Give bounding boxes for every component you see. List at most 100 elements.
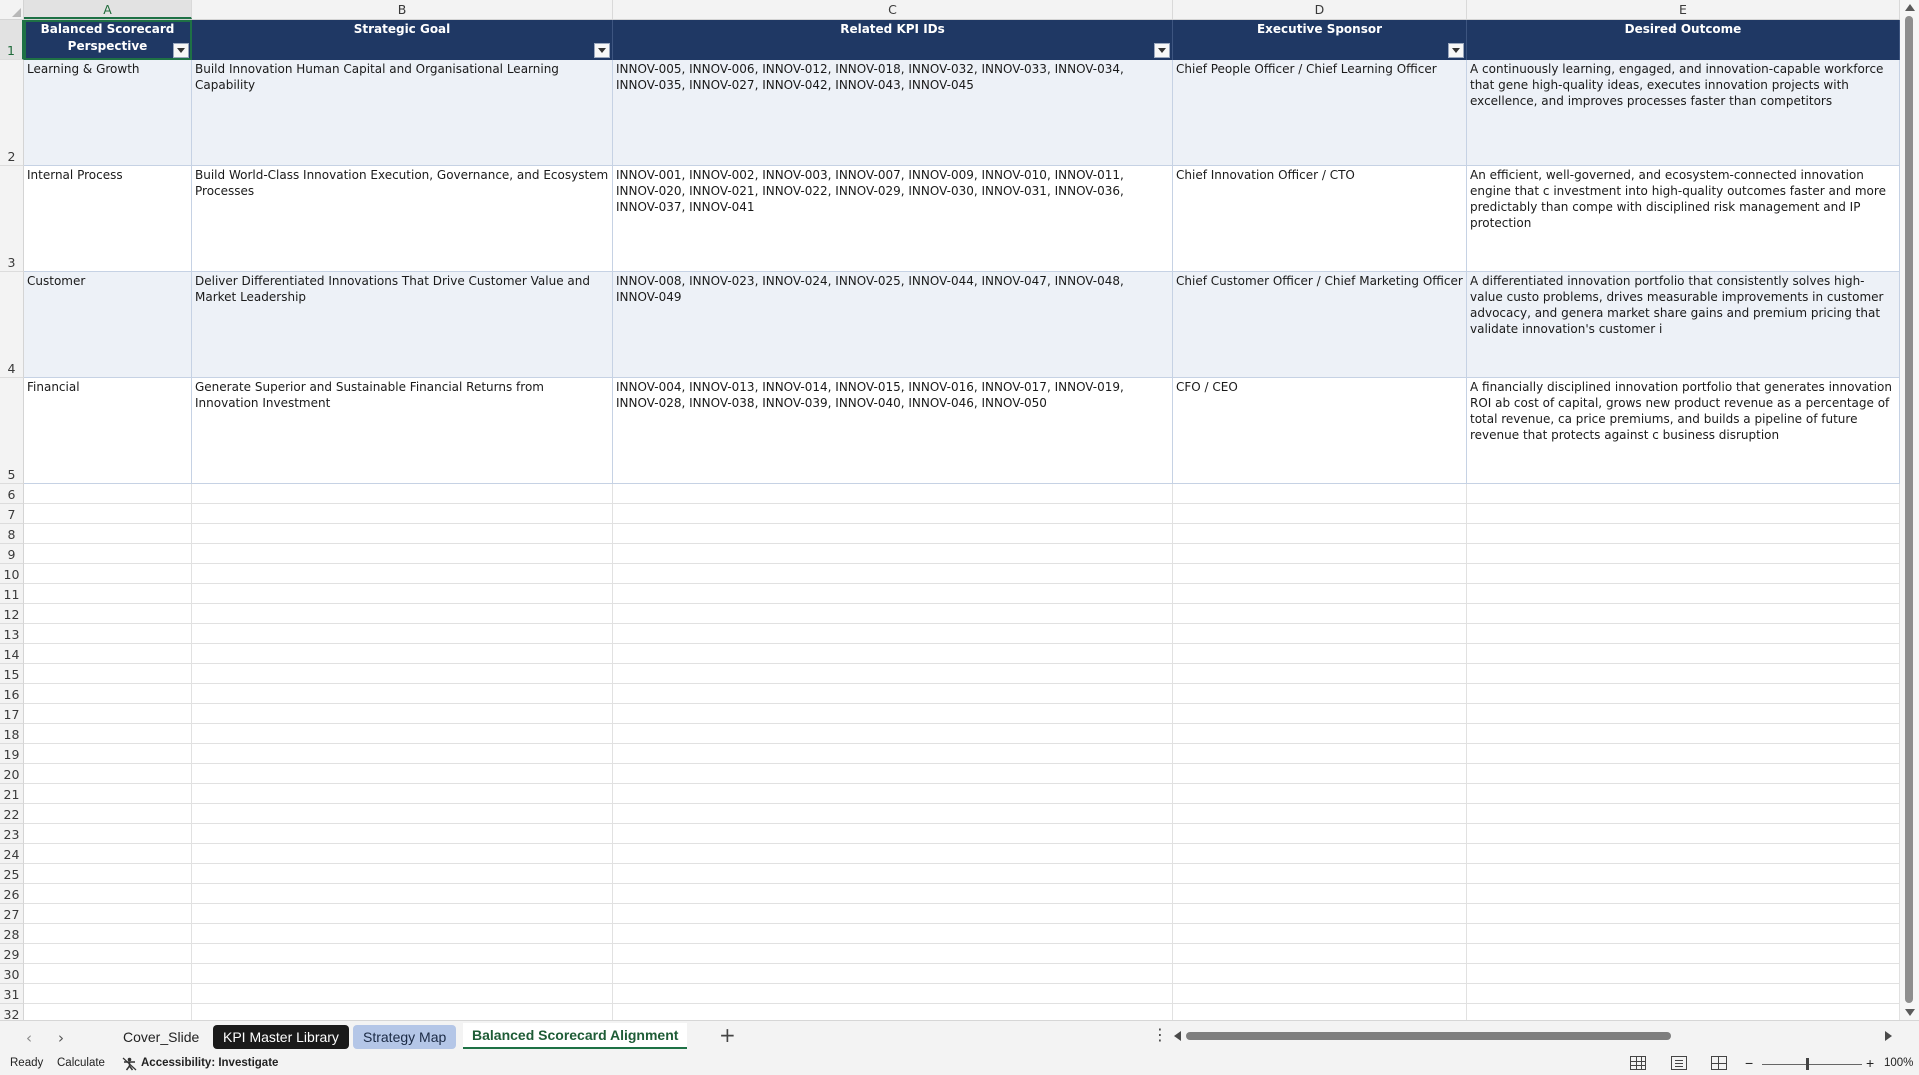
empty-cell[interactable] [613, 784, 1173, 804]
empty-cell[interactable] [24, 604, 192, 624]
empty-cell[interactable] [1467, 764, 1900, 784]
empty-cell[interactable] [613, 804, 1173, 824]
row-header[interactable]: 1 [0, 20, 24, 60]
empty-cell[interactable] [613, 504, 1173, 524]
empty-cell[interactable] [1467, 724, 1900, 744]
zoom-slider-handle[interactable] [1806, 1058, 1809, 1070]
row-header[interactable]: 29 [0, 944, 24, 964]
select-all-corner[interactable] [0, 0, 24, 19]
cell-strategic-goal[interactable]: Generate Superior and Sustainable Financ… [192, 378, 613, 484]
empty-cell[interactable] [192, 644, 613, 664]
empty-cell[interactable] [24, 544, 192, 564]
empty-cell[interactable] [24, 804, 192, 824]
empty-cell[interactable] [192, 924, 613, 944]
header-cell-strategic-goal[interactable]: Strategic Goal [192, 20, 613, 60]
calculate-button[interactable]: Calculate [57, 1057, 105, 1069]
row-header[interactable]: 28 [0, 924, 24, 944]
row-header[interactable]: 26 [0, 884, 24, 904]
empty-cell[interactable] [613, 744, 1173, 764]
empty-cell[interactable] [1467, 864, 1900, 884]
horizontal-scrollbar[interactable] [1170, 1029, 1896, 1043]
empty-cell[interactable] [1467, 804, 1900, 824]
row-header[interactable]: 3 [0, 166, 24, 272]
empty-cell[interactable] [613, 564, 1173, 584]
empty-cell[interactable] [613, 644, 1173, 664]
zoom-slider[interactable] [1762, 1064, 1862, 1065]
empty-cell[interactable] [613, 904, 1173, 924]
empty-cell[interactable] [1173, 724, 1467, 744]
empty-cell[interactable] [613, 704, 1173, 724]
empty-cell[interactable] [1173, 984, 1467, 1004]
cell-executive-sponsor[interactable]: Chief Innovation Officer / CTO [1173, 166, 1467, 272]
filter-dropdown-icon[interactable] [173, 43, 189, 58]
sheet-tab-strategy-map[interactable]: Strategy Map [353, 1025, 457, 1049]
empty-cell[interactable] [24, 744, 192, 764]
page-layout-view-icon[interactable] [1671, 1056, 1687, 1070]
empty-cell[interactable] [1467, 884, 1900, 904]
row-header[interactable]: 9 [0, 544, 24, 564]
empty-cell[interactable] [192, 624, 613, 644]
empty-cell[interactable] [1173, 964, 1467, 984]
empty-cell[interactable] [1173, 1004, 1467, 1020]
empty-cell[interactable] [24, 784, 192, 804]
empty-cell[interactable] [613, 844, 1173, 864]
empty-cell[interactable] [1467, 624, 1900, 644]
cell-perspective[interactable]: Learning & Growth [24, 60, 192, 166]
empty-cell[interactable] [24, 904, 192, 924]
empty-cell[interactable] [1173, 844, 1467, 864]
zoom-level[interactable]: 100% [1884, 1057, 1913, 1069]
empty-cell[interactable] [613, 484, 1173, 504]
cell-strategic-goal[interactable]: Deliver Differentiated Innovations That … [192, 272, 613, 378]
filter-dropdown-icon[interactable] [594, 43, 610, 58]
horizontal-scroll-thumb[interactable] [1186, 1032, 1671, 1040]
empty-cell[interactable] [192, 484, 613, 504]
empty-cell[interactable] [192, 884, 613, 904]
empty-cell[interactable] [192, 544, 613, 564]
empty-cell[interactable] [192, 584, 613, 604]
empty-cell[interactable] [1467, 704, 1900, 724]
cell-strategic-goal[interactable]: Build World-Class Innovation Execution, … [192, 166, 613, 272]
cell-strategic-goal[interactable]: Build Innovation Human Capital and Organ… [192, 60, 613, 166]
row-header[interactable]: 12 [0, 604, 24, 624]
empty-cell[interactable] [1173, 744, 1467, 764]
vertical-ellipsis-icon[interactable]: ⋮ [1152, 1025, 1168, 1044]
empty-cell[interactable] [1467, 584, 1900, 604]
empty-cell[interactable] [1467, 664, 1900, 684]
empty-cell[interactable] [1467, 924, 1900, 944]
empty-cell[interactable] [24, 984, 192, 1004]
cell-executive-sponsor[interactable]: Chief Customer Officer / Chief Marketing… [1173, 272, 1467, 378]
empty-cell[interactable] [1173, 564, 1467, 584]
empty-cell[interactable] [24, 584, 192, 604]
previous-sheet-icon[interactable]: ‹ [26, 1029, 32, 1047]
empty-cell[interactable] [613, 624, 1173, 644]
cell-perspective[interactable]: Financial [24, 378, 192, 484]
empty-cell[interactable] [192, 804, 613, 824]
empty-cell[interactable] [1173, 764, 1467, 784]
row-header[interactable]: 18 [0, 724, 24, 744]
empty-cell[interactable] [24, 724, 192, 744]
cell-desired-outcome[interactable]: A continuously learning, engaged, and in… [1467, 60, 1900, 166]
column-header-d[interactable]: D [1173, 0, 1467, 19]
cell-executive-sponsor[interactable]: Chief People Officer / Chief Learning Of… [1173, 60, 1467, 166]
row-header[interactable]: 27 [0, 904, 24, 924]
empty-cell[interactable] [613, 604, 1173, 624]
row-header[interactable]: 16 [0, 684, 24, 704]
empty-cell[interactable] [1173, 704, 1467, 724]
empty-cell[interactable] [24, 484, 192, 504]
scroll-down-arrow-icon[interactable] [1905, 1009, 1915, 1016]
empty-cell[interactable] [613, 824, 1173, 844]
empty-cell[interactable] [24, 1004, 192, 1020]
empty-cell[interactable] [192, 964, 613, 984]
empty-cell[interactable] [192, 524, 613, 544]
empty-cell[interactable] [24, 824, 192, 844]
accessibility-status[interactable]: Accessibility: Investigate [141, 1057, 278, 1069]
empty-cell[interactable] [1173, 784, 1467, 804]
row-header[interactable]: 8 [0, 524, 24, 544]
empty-cell[interactable] [192, 944, 613, 964]
scroll-left-arrow-icon[interactable] [1174, 1031, 1181, 1041]
row-header[interactable]: 31 [0, 984, 24, 1004]
column-header-e[interactable]: E [1467, 0, 1900, 19]
empty-cell[interactable] [24, 524, 192, 544]
empty-cell[interactable] [1467, 844, 1900, 864]
row-header[interactable]: 22 [0, 804, 24, 824]
